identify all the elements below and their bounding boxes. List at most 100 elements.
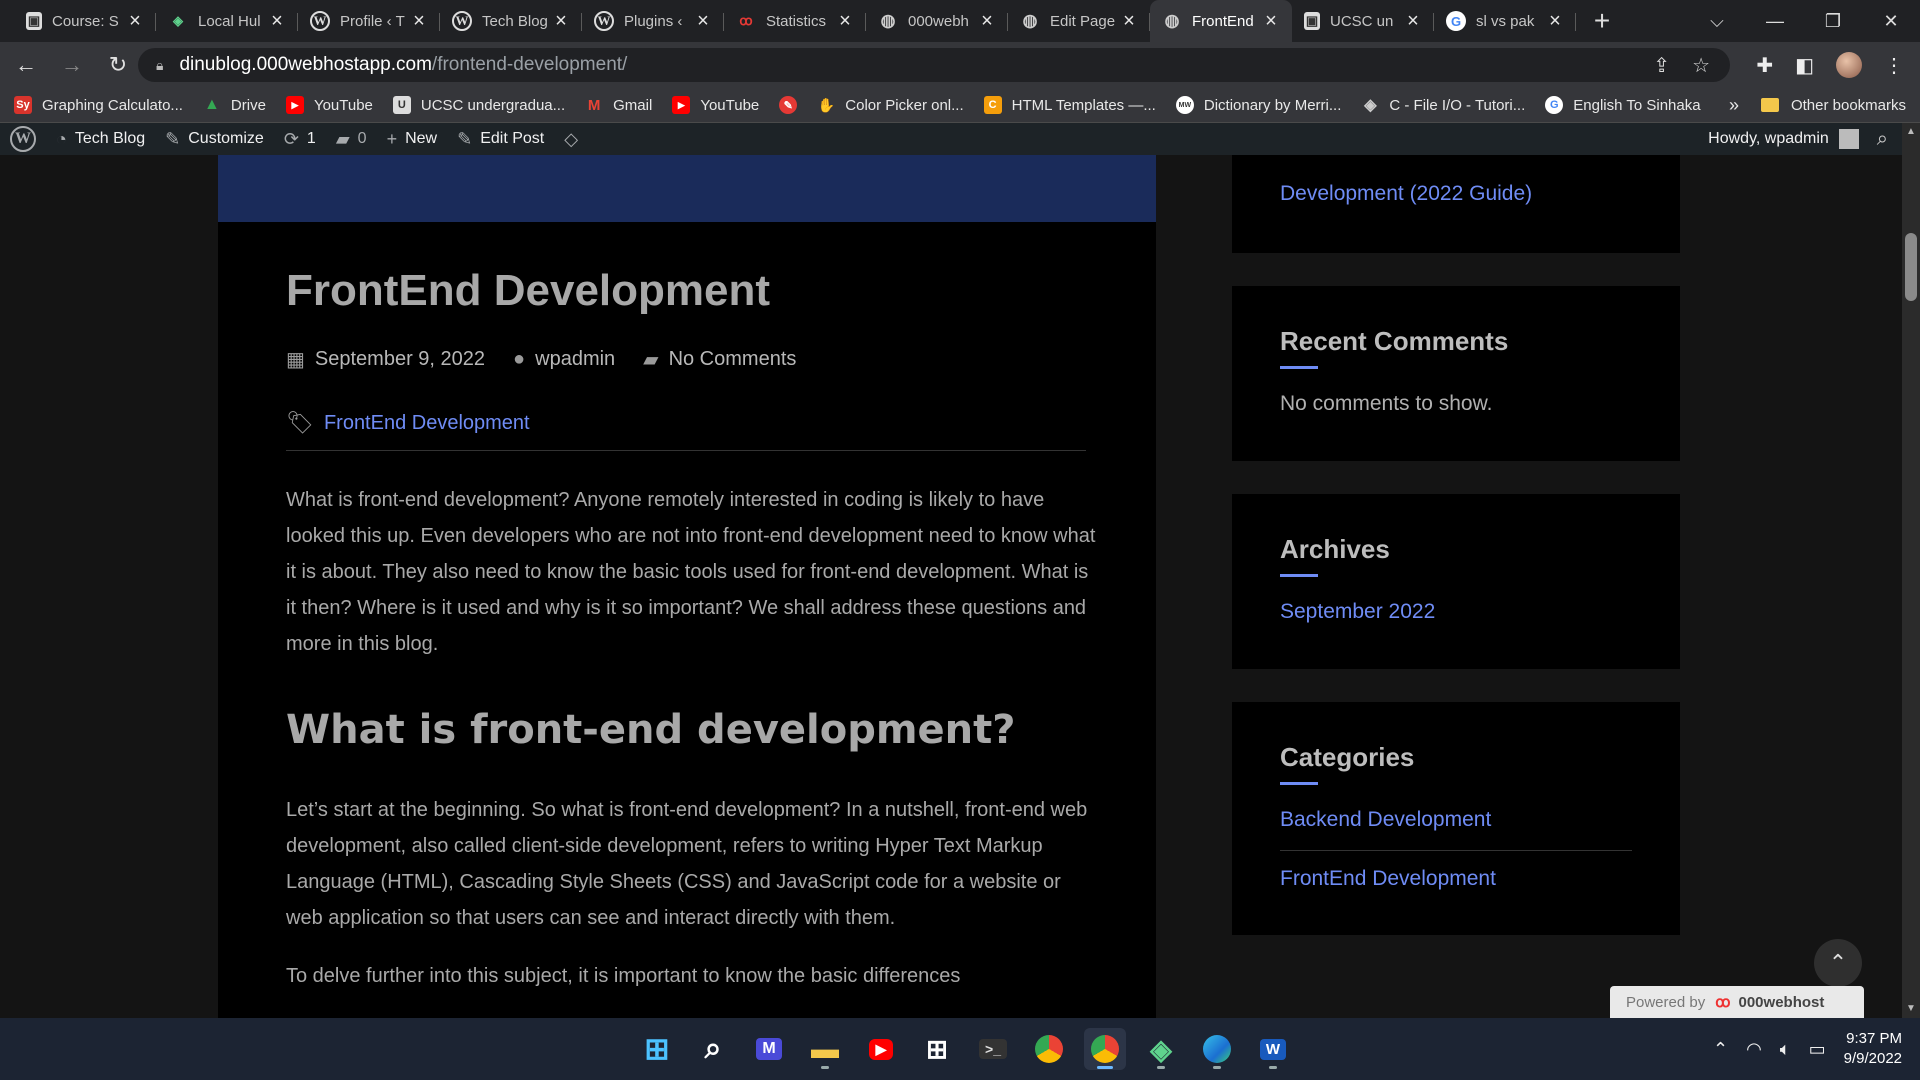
tab[interactable]: W Profile ‹ T × [298, 0, 440, 42]
customize-menu[interactable]: ✎ Customize [155, 123, 274, 155]
updates-menu[interactable]: ⟳ 1 [274, 123, 326, 155]
close-icon[interactable]: × [552, 10, 570, 33]
edit-post-link[interactable]: ✎ Edit Post [447, 123, 554, 155]
close-icon[interactable]: × [1404, 10, 1422, 33]
close-icon[interactable]: × [836, 10, 854, 33]
start-button[interactable]: ⊞ [636, 1028, 678, 1070]
bookmark[interactable]: C HTML Templates —... [983, 96, 1156, 114]
close-icon[interactable]: × [268, 10, 286, 33]
recent-post-link[interactable]: Development (2022 Guide) [1280, 182, 1532, 206]
profile-avatar[interactable] [1836, 52, 1862, 78]
close-icon[interactable]: × [410, 10, 428, 33]
tab[interactable]: W Tech Blog × [440, 0, 582, 42]
comments-menu[interactable]: ▰ 0 [326, 123, 377, 155]
chevron-up-icon[interactable]: ⌃ [1713, 1039, 1728, 1060]
back-button[interactable]: ← [6, 45, 46, 85]
category-link[interactable]: FrontEnd Development [324, 412, 530, 435]
extensions-icon[interactable]: ✚ [1756, 53, 1773, 78]
close-icon[interactable]: × [1546, 10, 1564, 33]
bookmark[interactable]: ▶ YouTube [672, 96, 759, 114]
updates-icon: ⟳ [283, 128, 299, 149]
taskbar-app[interactable]: >_ [972, 1028, 1014, 1070]
scrollbar-thumb[interactable] [1905, 233, 1917, 301]
taskbar-app[interactable]: M [748, 1028, 790, 1070]
howdy-label[interactable]: Howdy, wpadmin [1708, 130, 1829, 148]
bookmark[interactable]: ✋ Color Picker onl... [817, 96, 964, 114]
category-link[interactable]: FrontEnd Development [1280, 867, 1496, 891]
scroll-to-top-button[interactable]: ⌃ [1814, 939, 1862, 987]
page-icon: ▣ [26, 12, 42, 30]
bookmark[interactable]: MW Dictionary by Merri... [1175, 96, 1341, 114]
close-window-button[interactable]: ✕ [1862, 11, 1920, 32]
tab[interactable]: W Plugins ‹ × [582, 0, 724, 42]
post-comments[interactable]: No Comments [669, 348, 797, 371]
bookmark[interactable]: G English To Sinhaka [1545, 96, 1701, 114]
system-tray: ⌃ ◠ 🔈︎ ▭ 9:37 PM 9/9/2022 [1713, 1018, 1902, 1080]
menu-icon[interactable]: ⋮ [1884, 53, 1904, 78]
scroll-down-icon[interactable]: ▼ [1902, 1000, 1920, 1018]
bookmark[interactable]: M Gmail [585, 96, 652, 114]
bookmarks-more-button[interactable]: » [1729, 95, 1739, 116]
tab[interactable]: ▣ Course: S × [14, 0, 156, 42]
tab[interactable]: ꝏ Statistics × [724, 0, 866, 42]
taskbar-app[interactable] [1196, 1028, 1238, 1070]
bookmark[interactable]: Sy Graphing Calculato... [14, 96, 183, 114]
post-date[interactable]: September 9, 2022 [315, 348, 485, 371]
diamond-menu[interactable]: ◇ [554, 123, 596, 155]
chevron-down-icon[interactable]: ⌵ [1688, 11, 1746, 32]
forward-button[interactable]: → [52, 45, 92, 85]
clock[interactable]: 9:37 PM 9/9/2022 [1844, 1029, 1902, 1069]
share-icon[interactable]: ⇪ [1653, 53, 1670, 78]
other-bookmarks[interactable]: Other bookmarks [1760, 97, 1906, 114]
scroll-up-icon[interactable]: ▲ [1902, 123, 1920, 141]
restore-button[interactable]: ❐ [1804, 11, 1862, 32]
category-link[interactable]: Backend Development [1280, 808, 1491, 832]
wordpress-icon[interactable]: W [10, 126, 36, 152]
tab[interactable]: ◈ Local Hul × [156, 0, 298, 42]
user-avatar[interactable] [1838, 129, 1859, 149]
clock-date: 9/9/2022 [1843, 1050, 1902, 1067]
search-icon[interactable]: ⌕ [1877, 128, 1888, 151]
bookmark[interactable]: U UCSC undergradua... [392, 96, 565, 114]
bookmark[interactable]: ▲ Drive [203, 96, 266, 114]
lock-icon[interactable]: 🔒︎ [156, 57, 163, 74]
taskbar-app[interactable]: ⊞ [916, 1028, 958, 1070]
wifi-icon[interactable]: ◠ [1746, 1039, 1762, 1060]
close-icon[interactable]: × [1120, 10, 1138, 33]
edge-icon [1203, 1035, 1231, 1063]
powered-by-badge[interactable]: Powered by ꝏ 000webhost [1610, 986, 1864, 1018]
minimize-button[interactable]: — [1746, 11, 1804, 32]
tab[interactable]: ◍ 000webh × [866, 0, 1008, 42]
taskbar-app[interactable]: W [1252, 1028, 1294, 1070]
taskbar-app[interactable]: ▶ [860, 1028, 902, 1070]
bookmark[interactable]: ▶ YouTube [285, 96, 373, 114]
tab[interactable]: ▣ UCSC un × [1292, 0, 1434, 42]
tab[interactable]: Gsl vs pak × [1434, 0, 1576, 42]
volume-icon[interactable]: 🔈︎ [1780, 1039, 1791, 1060]
site-name-menu[interactable]: ◔ Tech Blog [46, 123, 155, 155]
battery-icon[interactable]: ▭ [1809, 1039, 1826, 1060]
page-scrollbar[interactable]: ▲ ▼ [1902, 123, 1920, 1018]
side-panel-icon[interactable]: ◧ [1795, 53, 1814, 78]
star-icon[interactable]: ☆ [1692, 53, 1710, 78]
new-tab-button[interactable]: + [1582, 1, 1622, 41]
close-icon[interactable]: × [126, 10, 144, 33]
reload-button[interactable]: ↻ [98, 45, 138, 85]
address-bar[interactable]: 🔒︎ dinublog.000webhostapp.com/frontend-d… [138, 48, 1730, 82]
new-content-menu[interactable]: + New [377, 123, 448, 155]
bookmark[interactable]: ◈ C - File I/O - Tutori... [1361, 96, 1525, 115]
taskbar-app-active[interactable] [1084, 1028, 1126, 1070]
archive-link[interactable]: September 2022 [1280, 600, 1435, 624]
tab[interactable]: ◍ Edit Page × [1008, 0, 1150, 42]
taskbar-app[interactable] [1028, 1028, 1070, 1070]
close-icon[interactable]: × [694, 10, 712, 33]
close-icon[interactable]: × [1262, 10, 1280, 33]
close-icon[interactable]: × [978, 10, 996, 33]
search-button[interactable]: ⌕ [692, 1028, 734, 1070]
post-author[interactable]: wpadmin [535, 348, 615, 371]
taskbar-app[interactable]: ◈ [1140, 1028, 1182, 1070]
powered-by-label: Powered by [1626, 993, 1706, 1011]
taskbar-app[interactable]: ▬ [804, 1028, 846, 1070]
tab-active[interactable]: ◍ FrontEnd × [1150, 0, 1292, 42]
bookmark[interactable]: ✎ [779, 96, 807, 114]
